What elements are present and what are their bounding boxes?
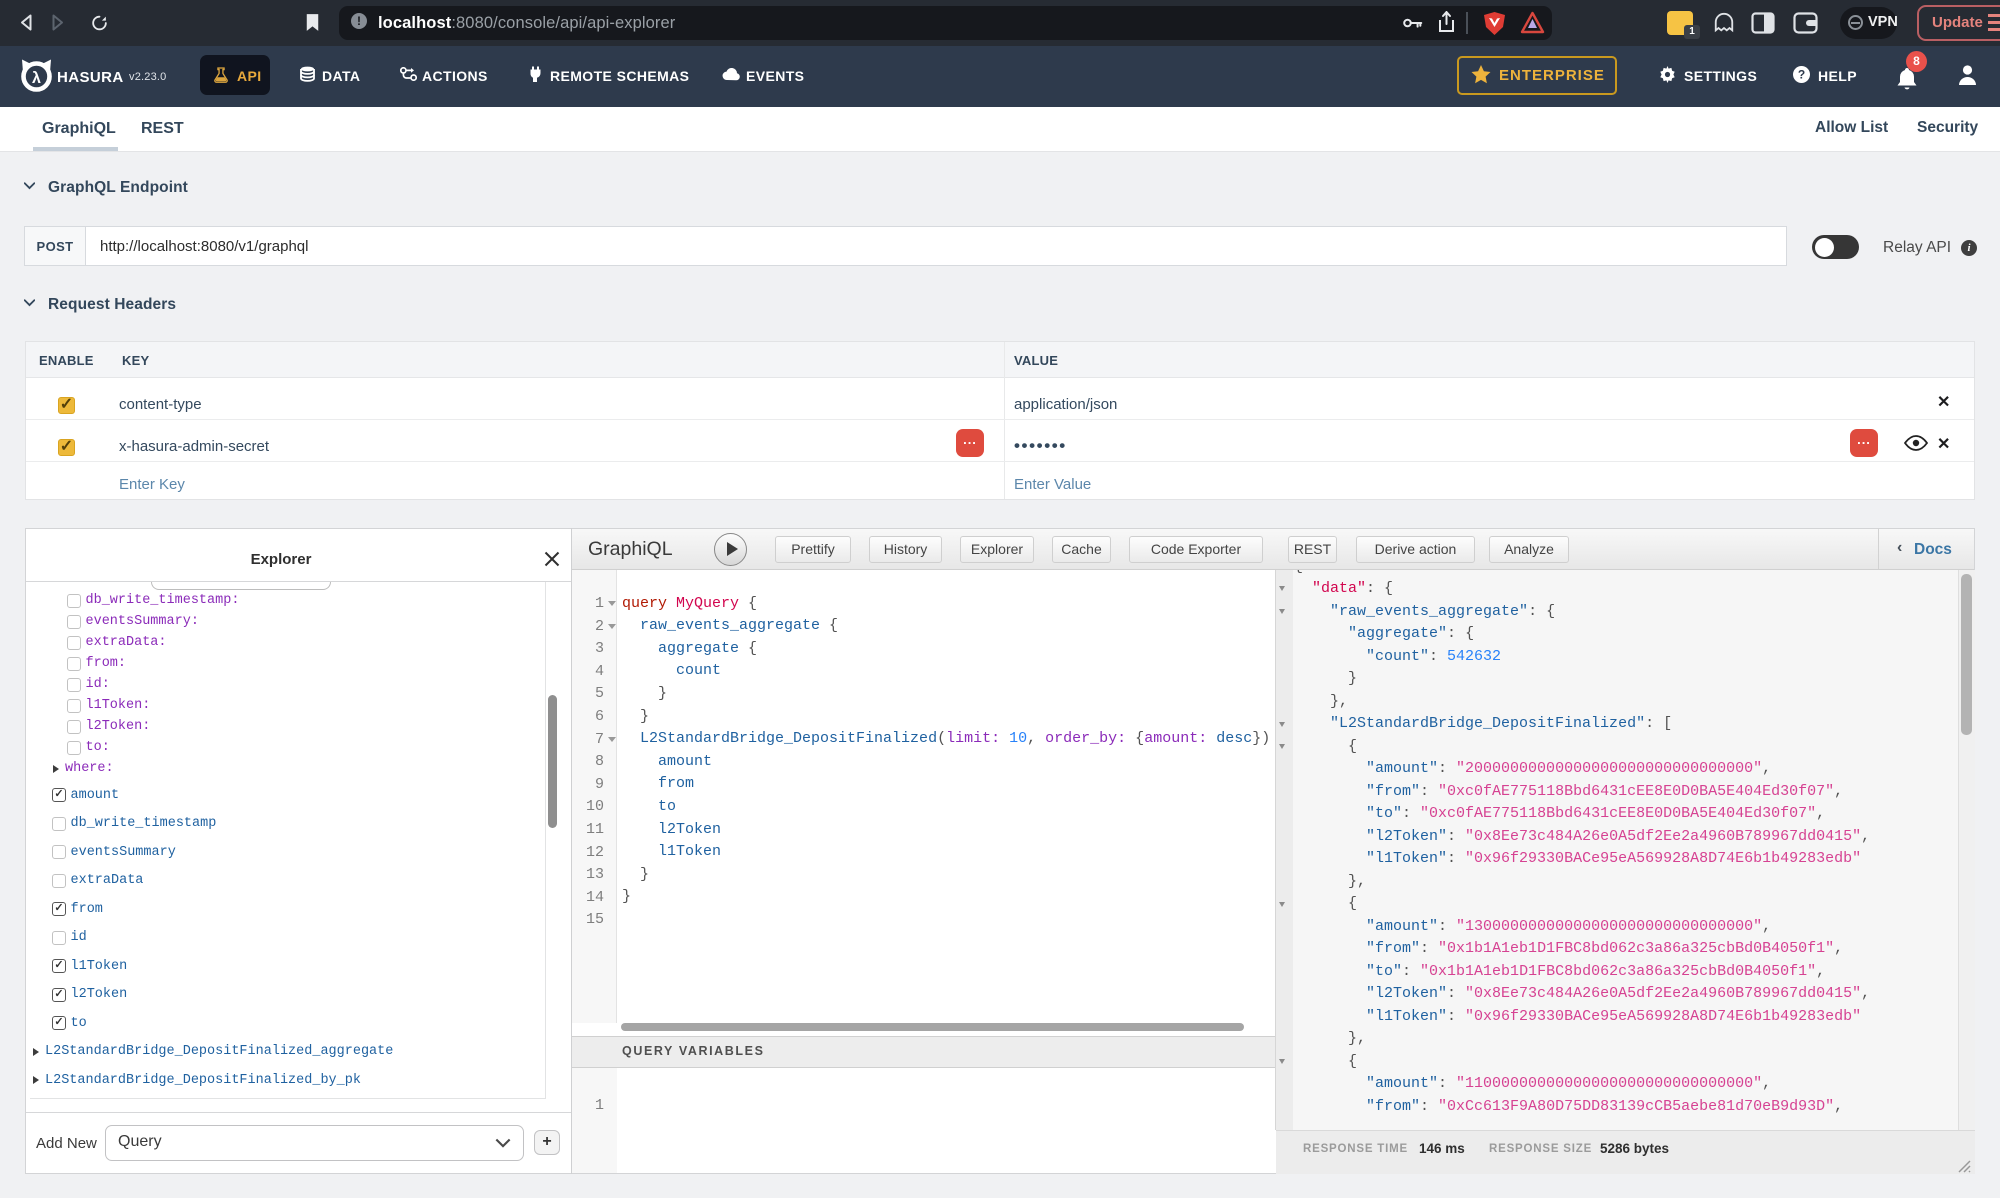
- svg-text:?: ?: [1798, 68, 1805, 82]
- svg-text:λ: λ: [32, 70, 41, 87]
